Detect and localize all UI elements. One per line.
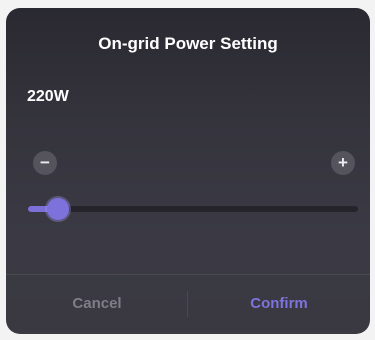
power-slider[interactable] (28, 198, 358, 220)
dialog-title: On-grid Power Setting (98, 34, 278, 53)
decrease-button[interactable]: − (33, 151, 57, 175)
slider-thumb[interactable] (47, 198, 69, 220)
power-setting-dialog: On-grid Power Setting 220W − + Cancel Co… (6, 8, 370, 334)
cancel-button[interactable]: Cancel (6, 274, 188, 334)
slider-track (28, 206, 358, 212)
confirm-button[interactable]: Confirm (188, 274, 370, 334)
power-value: 220W (27, 88, 69, 105)
increase-button[interactable]: + (331, 151, 355, 175)
